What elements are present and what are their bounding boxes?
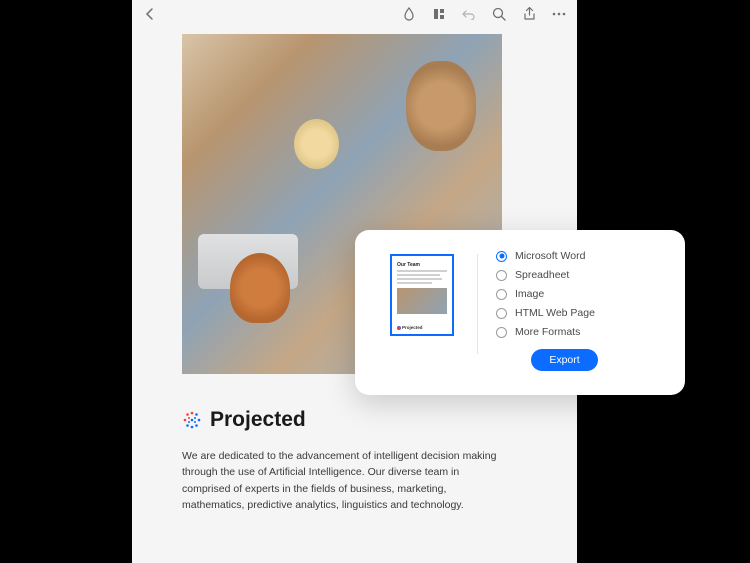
- search-icon[interactable]: [491, 6, 507, 22]
- thumbnail-title: Our Team: [397, 262, 447, 268]
- brand-name: Projected: [210, 408, 306, 432]
- document-thumbnail[interactable]: Our Team Projected: [390, 254, 454, 336]
- radio-option-html[interactable]: HTML Web Page: [496, 307, 663, 319]
- radio-label: HTML Web Page: [515, 307, 595, 319]
- liquid-mode-icon[interactable]: [401, 6, 417, 22]
- thumbnail-section: Our Team Projected: [377, 248, 467, 381]
- thumbnail-image: [397, 288, 447, 314]
- more-icon[interactable]: [551, 6, 567, 22]
- radio-option-word[interactable]: Microsoft Word: [496, 250, 663, 262]
- export-button[interactable]: Export: [531, 349, 597, 371]
- text-tool-icon[interactable]: [431, 6, 447, 22]
- toolbar: [132, 0, 577, 28]
- radio-label: Image: [515, 288, 544, 300]
- brand-logo-icon: [182, 410, 202, 430]
- radio-option-more-formats[interactable]: More Formats: [496, 326, 663, 338]
- radio-label: Microsoft Word: [515, 250, 585, 262]
- export-options-section: Microsoft Word Spreadheet Image HTML Web…: [496, 248, 663, 381]
- radio-label: More Formats: [515, 326, 580, 338]
- radio-icon: [496, 327, 507, 338]
- radio-option-spreadsheet[interactable]: Spreadheet: [496, 269, 663, 281]
- radio-icon: [496, 270, 507, 281]
- panel-divider: [477, 254, 478, 354]
- undo-icon[interactable]: [461, 6, 477, 22]
- radio-option-image[interactable]: Image: [496, 288, 663, 300]
- radio-label: Spreadheet: [515, 269, 569, 281]
- radio-icon: [496, 308, 507, 319]
- export-format-list: Microsoft Word Spreadheet Image HTML Web…: [496, 250, 663, 338]
- export-panel: Our Team Projected Microsoft Word Spread…: [355, 230, 685, 395]
- radio-icon: [496, 289, 507, 300]
- thumbnail-brand: Projected: [397, 325, 423, 330]
- body-text: We are dedicated to the advancement of i…: [182, 448, 502, 513]
- radio-icon: [496, 251, 507, 262]
- brand-row: Projected: [182, 408, 527, 432]
- share-icon[interactable]: [521, 6, 537, 22]
- back-icon[interactable]: [142, 6, 158, 22]
